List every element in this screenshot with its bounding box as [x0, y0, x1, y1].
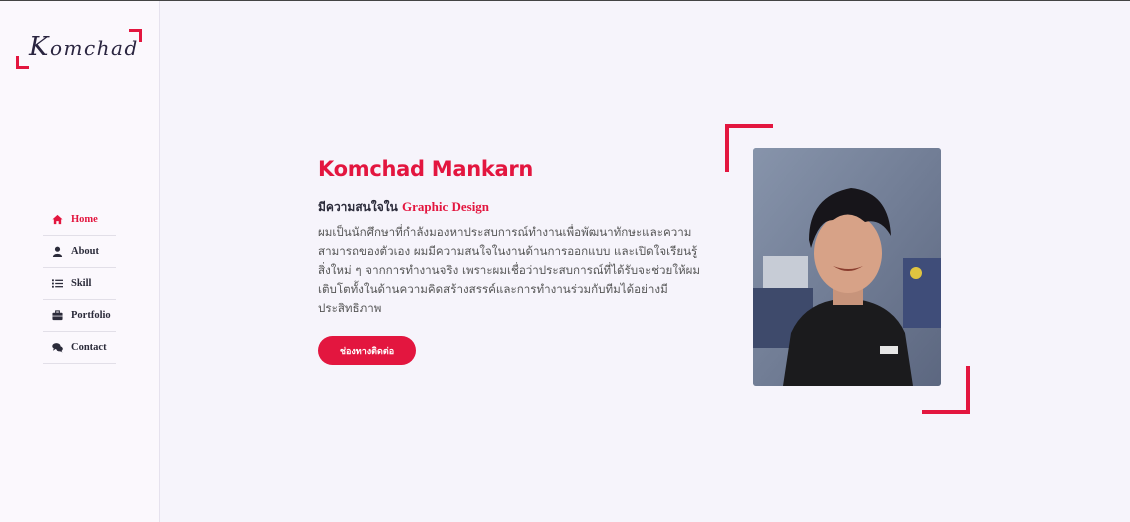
profile-photo [753, 148, 941, 386]
sidebar-item-portfolio[interactable]: Portfolio [43, 300, 116, 332]
sidebar-item-about[interactable]: About [43, 236, 116, 268]
logo-text: Komchad [29, 32, 139, 62]
top-border [0, 0, 1130, 1]
list-icon [51, 278, 63, 290]
contact-button[interactable]: ช่องทางติดต่อ [318, 336, 416, 365]
logo-bracket-bottom-left [16, 56, 29, 69]
sidebar-item-label: About [71, 246, 100, 257]
sidebar-item-label: Skill [71, 278, 92, 289]
sidebar: Komchad Home About Skill Portfolio Conta… [0, 1, 160, 522]
hero-subtitle-prefix: มีความสนใจใน [318, 200, 398, 214]
sidebar-item-label: Home [71, 214, 98, 225]
hero-subtitle: มีความสนใจใน Graphic Design [318, 198, 489, 217]
logo[interactable]: Komchad [16, 29, 142, 69]
briefcase-icon [51, 310, 63, 322]
sidebar-item-skill[interactable]: Skill [43, 268, 116, 300]
hero-description: ผมเป็นนักศึกษาที่กำลังมองหาประสบการณ์ทำง… [318, 225, 701, 315]
hero-name: Komchad Mankarn [318, 157, 534, 181]
hero-subtitle-accent: Graphic Design [402, 199, 490, 214]
sidebar-item-label: Contact [71, 342, 107, 353]
sidebar-item-home[interactable]: Home [43, 204, 116, 236]
sidebar-item-contact[interactable]: Contact [43, 332, 116, 364]
home-icon [51, 214, 63, 226]
comments-icon [51, 342, 63, 354]
sidebar-nav: Home About Skill Portfolio Contact [43, 204, 116, 364]
sidebar-item-label: Portfolio [71, 310, 111, 321]
user-icon [51, 246, 63, 258]
